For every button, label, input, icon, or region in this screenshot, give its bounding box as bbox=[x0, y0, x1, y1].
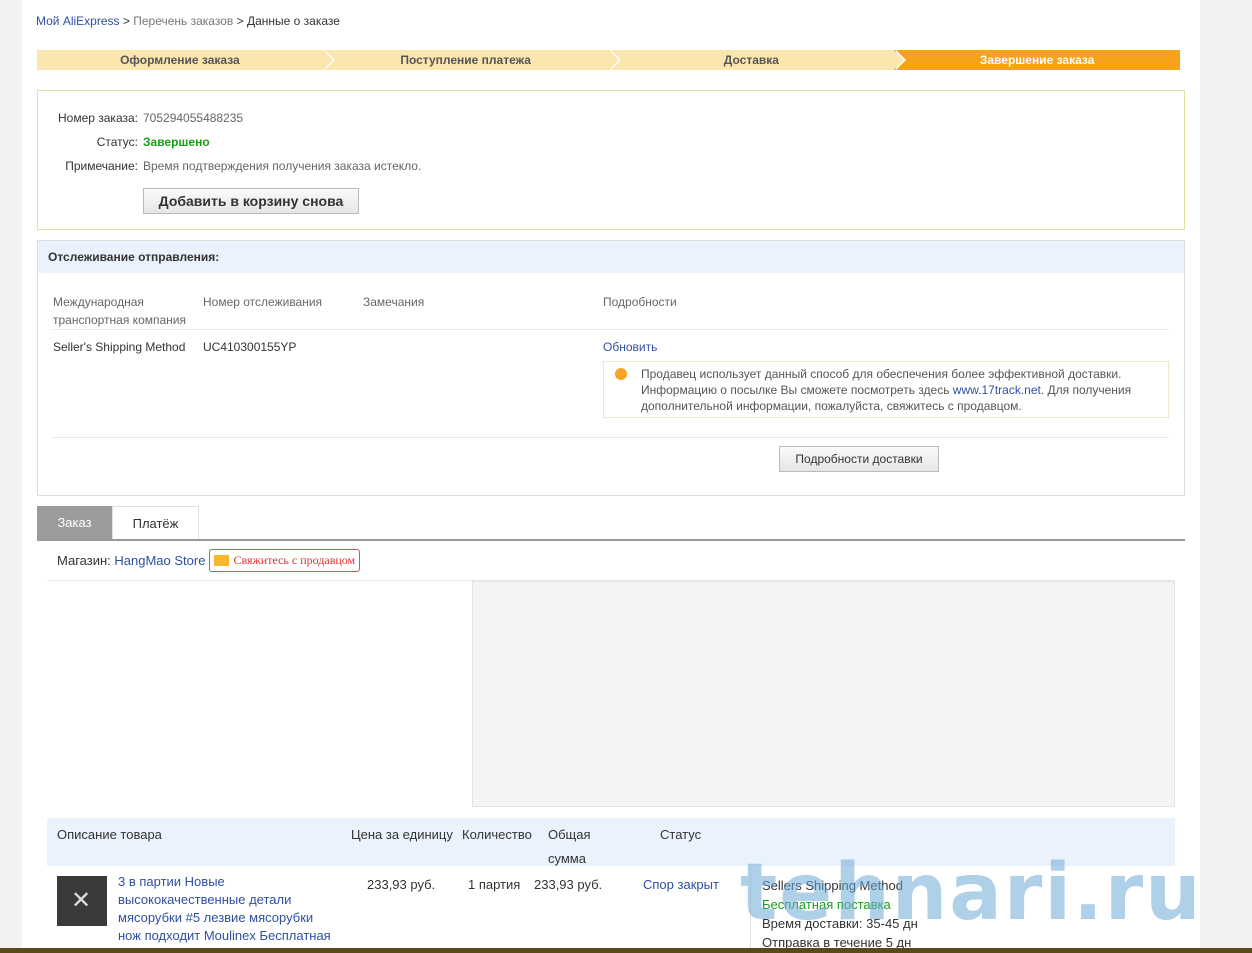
order-tabs: Заказ Платёж bbox=[37, 506, 1185, 541]
breadcrumb-home[interactable]: Мой AliExpress bbox=[36, 14, 120, 28]
shop-row: Магазин: HangMao Store Свяжитесь с прода… bbox=[57, 549, 361, 572]
lightbulb-icon bbox=[615, 368, 627, 380]
tracking-title: Отслеживание отправления: bbox=[38, 241, 1184, 273]
col-remarks: Замечания bbox=[363, 295, 425, 309]
th-quantity: Количество bbox=[462, 827, 532, 842]
tracking-number: UC410300155YP bbox=[203, 340, 297, 354]
shipment-tracking: Отслеживание отправления: Международная … bbox=[37, 240, 1185, 496]
envelope-icon bbox=[214, 555, 230, 566]
product-title-link[interactable]: 3 в партии Новые высококачественные дета… bbox=[118, 873, 338, 945]
th-total: Общая сумма bbox=[548, 827, 591, 866]
order-details-page: Мой AliExpress > Перечень заказов > Данн… bbox=[22, 0, 1200, 950]
note-label: Примечание: bbox=[65, 159, 138, 173]
refresh-link[interactable]: Обновить bbox=[603, 338, 657, 356]
tab-payment[interactable]: Платёж bbox=[112, 506, 199, 539]
contact-seller-button[interactable]: Свяжитесь с продавцом bbox=[209, 549, 361, 572]
breadcrumb-orders[interactable]: Перечень заказов bbox=[133, 14, 233, 28]
breadcrumb-sep: > bbox=[122, 14, 130, 28]
dispute-status-link[interactable]: Спор закрыт bbox=[643, 876, 719, 894]
status-badge: Завершено bbox=[143, 135, 210, 149]
breadcrumb: Мой AliExpress > Перечень заказов > Данн… bbox=[36, 14, 340, 28]
total-price: 233,93 руб. bbox=[534, 877, 603, 892]
order-number: 705294055488235 bbox=[143, 111, 244, 125]
th-description: Описание товара bbox=[57, 827, 162, 842]
step-placed: Оформление заказа bbox=[37, 50, 335, 70]
status-label: Статус: bbox=[96, 135, 138, 149]
items-table-header: Описание товара Цена за единицу Количест… bbox=[47, 818, 1175, 866]
bottom-bar bbox=[0, 948, 1252, 953]
quantity: 1 партия bbox=[468, 877, 521, 892]
col-tracking-number: Номер отслеживания bbox=[203, 295, 323, 309]
tracking-info-note: Продавец использует данный способ для об… bbox=[603, 361, 1169, 418]
col-details: Подробности bbox=[603, 295, 677, 309]
breadcrumb-current: Данные о заказе bbox=[246, 14, 340, 28]
step-payment: Поступление платежа bbox=[322, 50, 621, 70]
contact-seller-label: Свяжитесь с продавцом bbox=[233, 553, 356, 567]
product-thumbnail[interactable]: ✕ bbox=[57, 876, 107, 926]
order-note: Время подтверждения получения заказа ист… bbox=[143, 159, 422, 173]
add-to-cart-again-button[interactable]: Добавить в корзину снова bbox=[143, 188, 359, 214]
step-delivery: Доставка bbox=[608, 50, 906, 70]
blade-icon: ✕ bbox=[71, 887, 92, 914]
free-shipping: Бесплатная поставка bbox=[762, 897, 891, 912]
shop-label: Магазин: bbox=[57, 553, 111, 568]
shipping-method: Sellers Shipping Method bbox=[762, 878, 903, 893]
th-status: Статус bbox=[660, 827, 702, 842]
col-carrier: Международная транспортная компания bbox=[53, 295, 186, 327]
carrier-name: Seller's Shipping Method bbox=[53, 340, 186, 354]
content-placeholder bbox=[472, 581, 1175, 807]
17track-link[interactable]: www.17track.net bbox=[953, 383, 1041, 397]
shop-name-link[interactable]: HangMao Store bbox=[114, 553, 205, 568]
order-number-label: Номер заказа: bbox=[57, 111, 138, 125]
step-completed: Завершение заказа bbox=[894, 50, 1180, 70]
order-info-box: Номер заказа: 705294055488235 Статус: Заве… bbox=[37, 90, 1185, 230]
delivery-time: Время доставки: 35-45 дн bbox=[762, 916, 918, 931]
shipping-details-button[interactable]: Подробности доставки bbox=[779, 446, 939, 472]
order-progress: Оформление заказа Поступление платежа До… bbox=[37, 50, 1180, 70]
th-unit-price: Цена за единицу bbox=[351, 827, 453, 842]
unit-price: 233,93 руб. bbox=[367, 877, 436, 892]
breadcrumb-sep: > bbox=[236, 14, 244, 28]
shipping-info: Sellers Shipping Method Бесплатная поста… bbox=[762, 876, 918, 952]
tab-order[interactable]: Заказ bbox=[37, 506, 112, 539]
